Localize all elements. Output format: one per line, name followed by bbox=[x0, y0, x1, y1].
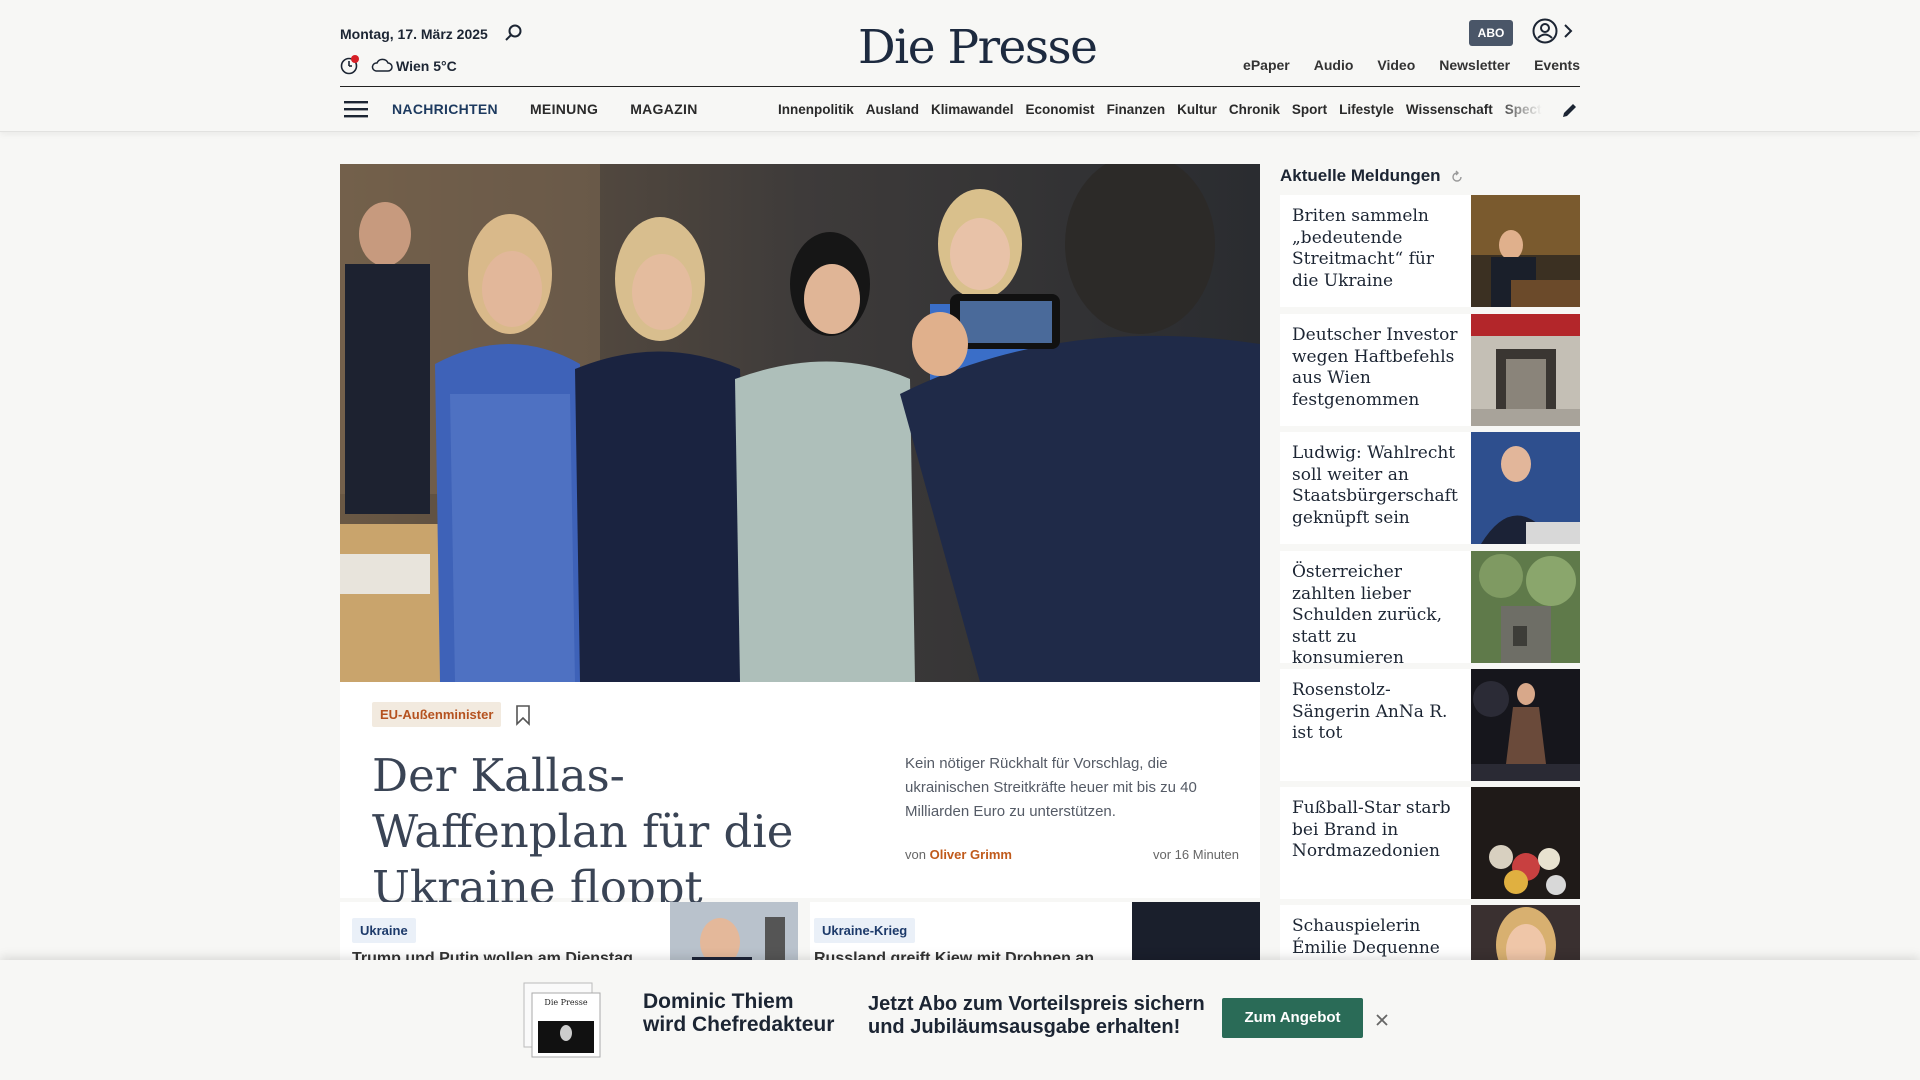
news-item-title[interactable]: Deutscher Investor wegen Haftbefehls aus… bbox=[1280, 314, 1466, 426]
nav-divider bbox=[340, 86, 1580, 87]
news-item-title[interactable]: Ludwig: Wahlrecht soll weiter an Staatsb… bbox=[1280, 432, 1466, 544]
newspaper-image: Die Presse bbox=[522, 981, 602, 1059]
news-item[interactable]: Österreicher zahlten lieber Schulden zur… bbox=[1280, 551, 1580, 668]
news-item-thumbnail[interactable] bbox=[1471, 314, 1580, 426]
news-item-title[interactable]: Rosenstolz-Sängerin AnNa R. ist tot bbox=[1280, 669, 1466, 781]
news-item-thumbnail[interactable] bbox=[1471, 432, 1580, 544]
chevron-right-icon[interactable] bbox=[1562, 22, 1574, 40]
search-icon[interactable] bbox=[503, 23, 523, 43]
hero-category-tag[interactable]: EU-Außenminister bbox=[372, 702, 502, 727]
hero-image[interactable] bbox=[340, 164, 1260, 682]
refresh-icon[interactable] bbox=[1450, 170, 1464, 184]
news-item[interactable]: Fußball-Star starb bei Brand in Nordmaze… bbox=[1280, 787, 1580, 899]
news-item[interactable]: Deutscher Investor wegen Haftbefehls aus… bbox=[1280, 314, 1580, 426]
nav-kultur[interactable]: Kultur bbox=[1177, 102, 1217, 117]
offer-button[interactable]: Zum Angebot bbox=[1222, 998, 1363, 1038]
news-item-thumbnail[interactable] bbox=[1471, 787, 1580, 899]
nav-wissenschaft[interactable]: Wissenschaft bbox=[1406, 102, 1493, 117]
author-link[interactable]: Oliver Grimm bbox=[930, 847, 1012, 862]
live-clock-icon[interactable] bbox=[340, 55, 360, 75]
news-item-thumbnail[interactable] bbox=[1471, 669, 1580, 781]
current-date: Montag, 17. März 2025 bbox=[340, 26, 488, 42]
news-item[interactable]: Rosenstolz-Sängerin AnNa R. ist tot bbox=[1280, 669, 1580, 781]
nav-klimawandel[interactable]: Klimawandel bbox=[931, 102, 1014, 117]
section-nav: Innenpolitik Ausland Klimawandel Economi… bbox=[778, 102, 1542, 117]
category-tag[interactable]: Ukraine bbox=[352, 918, 416, 943]
sidebar-heading: Aktuelle Meldungen bbox=[1280, 166, 1441, 185]
user-account-icon[interactable] bbox=[1532, 18, 1558, 44]
news-item-title[interactable]: Fußball-Star starb bei Brand in Nordmaze… bbox=[1280, 787, 1466, 899]
hamburger-menu-icon[interactable] bbox=[344, 100, 368, 118]
banner-offer-line1: Jetzt Abo zum Vorteilspreis sichern bbox=[868, 993, 1205, 1015]
category-tag[interactable]: Ukraine-Krieg bbox=[814, 918, 916, 943]
pencil-icon[interactable] bbox=[1561, 101, 1579, 119]
news-item[interactable]: Briten sammeln „bedeutende Streitmacht“ … bbox=[1280, 195, 1580, 307]
nav-ausland[interactable]: Ausland bbox=[866, 102, 919, 117]
top-link-newsletter[interactable]: Newsletter bbox=[1439, 57, 1510, 73]
news-item-thumbnail[interactable] bbox=[1471, 195, 1580, 307]
banner-offer-line2: und Jubiläumsausgabe erhalten! bbox=[868, 1016, 1181, 1038]
news-item[interactable]: Ludwig: Wahlrecht soll weiter an Staatsb… bbox=[1280, 432, 1580, 544]
hero-headline[interactable]: Der Kallas-Waffenplan für die Ukraine fl… bbox=[372, 748, 842, 916]
hero-byline: von Oliver Grimm bbox=[905, 847, 1012, 862]
top-link-epaper[interactable]: ePaper bbox=[1243, 57, 1290, 73]
nav-chronik[interactable]: Chronik bbox=[1229, 102, 1280, 117]
newspaper-logo: Die Presse bbox=[544, 998, 587, 1007]
banner-headline-line2: wird Chefredakteur bbox=[643, 1013, 835, 1036]
nav-innenpolitik[interactable]: Innenpolitik bbox=[778, 102, 854, 117]
news-item-thumbnail[interactable] bbox=[1471, 551, 1580, 663]
weather-label[interactable]: Wien 5°C bbox=[396, 58, 457, 74]
top-links: ePaper Audio Video Newsletter Events bbox=[1243, 57, 1580, 73]
banner-offer-text: Jetzt Abo zum Vorteilspreis sichern und … bbox=[868, 993, 1205, 1039]
banner-headline-line1: Dominic Thiem bbox=[643, 990, 794, 1013]
nav-sport[interactable]: Sport bbox=[1292, 102, 1327, 117]
cloud-icon bbox=[371, 58, 393, 72]
nav-lifestyle[interactable]: Lifestyle bbox=[1339, 102, 1394, 117]
close-icon[interactable] bbox=[1374, 1012, 1390, 1028]
nav-economist[interactable]: Economist bbox=[1026, 102, 1095, 117]
news-item-title[interactable]: Briten sammeln „bedeutende Streitmacht“ … bbox=[1280, 195, 1466, 307]
site-logo[interactable]: Die Presse bbox=[858, 20, 1098, 75]
main-nav: NACHRICHTEN MEINUNG MAGAZIN bbox=[392, 101, 698, 117]
top-link-events[interactable]: Events bbox=[1534, 57, 1580, 73]
byline-prefix: von bbox=[905, 847, 926, 862]
top-link-video[interactable]: Video bbox=[1377, 57, 1415, 73]
news-item-title[interactable]: Österreicher zahlten lieber Schulden zur… bbox=[1280, 551, 1466, 668]
nav-spectrum[interactable]: Spectrum bbox=[1505, 102, 1542, 117]
nav-nachrichten[interactable]: NACHRICHTEN bbox=[392, 101, 498, 117]
top-link-audio[interactable]: Audio bbox=[1314, 57, 1354, 73]
hero-teaser: Kein nötiger Rückhalt für Vorschlag, die… bbox=[905, 755, 1197, 820]
hero-timestamp: vor 16 Minuten bbox=[1153, 847, 1239, 862]
nav-magazin[interactable]: MAGAZIN bbox=[630, 101, 697, 117]
banner-headline: Dominic Thiem wird Chefredakteur bbox=[643, 990, 834, 1036]
nav-meinung[interactable]: MEINUNG bbox=[530, 101, 598, 117]
nav-finanzen[interactable]: Finanzen bbox=[1107, 102, 1166, 117]
abo-button[interactable]: ABO bbox=[1469, 20, 1513, 46]
bookmark-icon[interactable] bbox=[515, 704, 531, 726]
